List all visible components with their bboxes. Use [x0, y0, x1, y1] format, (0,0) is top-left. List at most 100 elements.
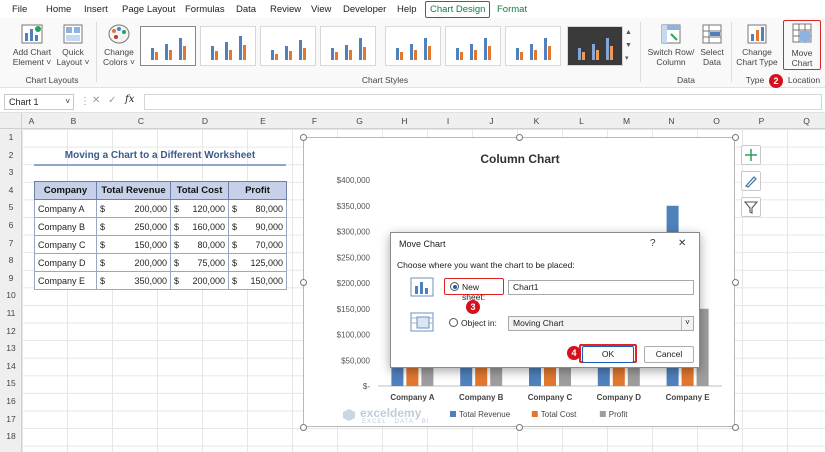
chevron-down-icon[interactable]: ˅ — [65, 97, 70, 106]
column-header-d[interactable]: D — [176, 116, 234, 126]
chart-title[interactable]: Column Chart — [304, 152, 736, 166]
close-icon[interactable]: ✕ — [678, 238, 686, 249]
chart-style-1[interactable] — [140, 26, 196, 66]
column-header-q[interactable]: Q — [784, 116, 825, 126]
chart-style-4[interactable] — [320, 26, 376, 66]
column-header-c[interactable]: C — [106, 116, 176, 126]
quick-layout-button[interactable]: Quick Layout ˅ — [56, 22, 90, 67]
cell-company[interactable]: Company B — [34, 217, 97, 236]
row-header-14[interactable]: 14 — [0, 361, 22, 371]
resize-handle[interactable] — [732, 134, 739, 141]
column-header-o[interactable]: O — [694, 116, 739, 126]
resize-handle[interactable] — [516, 134, 523, 141]
chart-style-6[interactable] — [445, 26, 501, 66]
column-header-b[interactable]: B — [41, 116, 106, 126]
tab-insert[interactable]: Insert — [84, 4, 108, 15]
chart-style-2[interactable] — [200, 26, 256, 66]
new-sheet-option[interactable]: New sheet: — [444, 278, 504, 302]
formula-input[interactable] — [144, 94, 822, 110]
row-header-1[interactable]: 1 — [0, 132, 22, 142]
row-header-5[interactable]: 5 — [0, 202, 22, 212]
cell-total-revenue[interactable]: $200,000 — [96, 199, 171, 218]
tab-formulas[interactable]: Formulas — [185, 4, 225, 15]
cell-profit[interactable]: $80,000 — [228, 199, 287, 218]
cell-profit[interactable]: $125,000 — [228, 253, 287, 272]
header-total-revenue[interactable]: Total Revenue — [96, 181, 171, 200]
resize-handle[interactable] — [732, 424, 739, 431]
enter-icon[interactable]: ✓ — [108, 95, 116, 106]
row-header-7[interactable]: 7 — [0, 238, 22, 248]
row-header-12[interactable]: 12 — [0, 326, 22, 336]
switch-row-column-button[interactable]: Switch Row/ Column — [645, 22, 697, 67]
cell-total-revenue[interactable]: $350,000 — [96, 271, 171, 290]
chart-filters-button[interactable] — [741, 197, 761, 217]
row-header-6[interactable]: 6 — [0, 220, 22, 230]
cell-company[interactable]: Company A — [34, 199, 97, 218]
scroll-down-icon[interactable]: ▼ — [625, 39, 633, 52]
column-header-k[interactable]: K — [514, 116, 559, 126]
cell-total-cost[interactable]: $160,000 — [170, 217, 229, 236]
row-header-4[interactable]: 4 — [0, 185, 22, 195]
chart-styles-scroll[interactable]: ▲ ▼ ▾ — [625, 26, 633, 66]
cell-profit[interactable]: $150,000 — [228, 271, 287, 290]
cell-total-cost[interactable]: $75,000 — [170, 253, 229, 272]
row-header-2[interactable]: 2 — [0, 150, 22, 160]
resize-handle[interactable] — [732, 279, 739, 286]
cancel-entry-icon[interactable]: ✕ — [92, 95, 100, 106]
tab-home[interactable]: Home — [46, 4, 71, 15]
new-sheet-name-input[interactable]: Chart1 — [508, 280, 694, 295]
row-header-13[interactable]: 13 — [0, 343, 22, 353]
chart-style-5[interactable] — [385, 26, 441, 66]
cell-total-revenue[interactable]: $200,000 — [96, 253, 171, 272]
row-header-17[interactable]: 17 — [0, 414, 22, 424]
cell-total-revenue[interactable]: $150,000 — [96, 235, 171, 254]
column-header-f[interactable]: F — [292, 116, 337, 126]
row-header-15[interactable]: 15 — [0, 378, 22, 388]
tab-format[interactable]: Format — [497, 4, 527, 15]
cell-company[interactable]: Company D — [34, 253, 97, 272]
change-chart-type-button[interactable]: Change Chart Type — [735, 22, 779, 67]
chart-style-3[interactable] — [260, 26, 316, 66]
new-sheet-radio[interactable] — [450, 282, 459, 291]
row-header-11[interactable]: 11 — [0, 308, 22, 318]
resize-handle[interactable] — [300, 279, 307, 286]
cell-total-cost[interactable]: $200,000 — [170, 271, 229, 290]
move-chart-button[interactable]: Move Chart — [783, 20, 821, 70]
column-header-m[interactable]: M — [604, 116, 649, 126]
select-data-button[interactable]: Select Data — [698, 22, 726, 67]
tab-help[interactable]: Help — [397, 4, 417, 15]
column-header-i[interactable]: I — [427, 116, 469, 126]
row-header-9[interactable]: 9 — [0, 273, 22, 283]
scroll-up-icon[interactable]: ▲ — [625, 26, 633, 39]
column-header-g[interactable]: G — [337, 116, 382, 126]
column-header-j[interactable]: J — [469, 116, 514, 126]
chart-elements-button[interactable] — [741, 145, 761, 165]
tab-page-layout[interactable]: Page Layout — [122, 4, 175, 15]
row-header-10[interactable]: 10 — [0, 290, 22, 300]
column-header-l[interactable]: L — [559, 116, 604, 126]
object-in-option[interactable]: Object in: — [449, 316, 504, 330]
row-header-3[interactable]: 3 — [0, 167, 22, 177]
cell-company[interactable]: Company E — [34, 271, 97, 290]
row-header-8[interactable]: 8 — [0, 255, 22, 265]
add-chart-element-button[interactable]: Add Chart Element ˅ — [10, 22, 54, 67]
header-total-cost[interactable]: Total Cost — [170, 181, 229, 200]
name-box[interactable]: Chart 1 ˅ — [4, 94, 74, 110]
chart-style-7[interactable] — [505, 26, 561, 66]
column-header-n[interactable]: N — [649, 116, 694, 126]
cell-total-cost[interactable]: $80,000 — [170, 235, 229, 254]
chart-styles-button[interactable] — [741, 171, 761, 191]
help-icon[interactable]: ? — [650, 238, 656, 249]
tab-data[interactable]: Data — [236, 4, 256, 15]
more-styles-icon[interactable]: ▾ — [625, 52, 633, 65]
tab-view[interactable]: View — [311, 4, 331, 15]
cancel-button[interactable]: Cancel — [644, 346, 694, 363]
cell-total-revenue[interactable]: $250,000 — [96, 217, 171, 236]
chart-style-8[interactable] — [567, 26, 623, 66]
insert-function-icon[interactable]: fx — [125, 94, 134, 105]
object-in-radio[interactable] — [449, 318, 458, 327]
column-header-p[interactable]: P — [739, 116, 784, 126]
column-header-h[interactable]: H — [382, 116, 427, 126]
object-in-select[interactable]: Moving Chart ˅ — [508, 316, 694, 331]
column-header-a[interactable]: A — [22, 116, 41, 126]
